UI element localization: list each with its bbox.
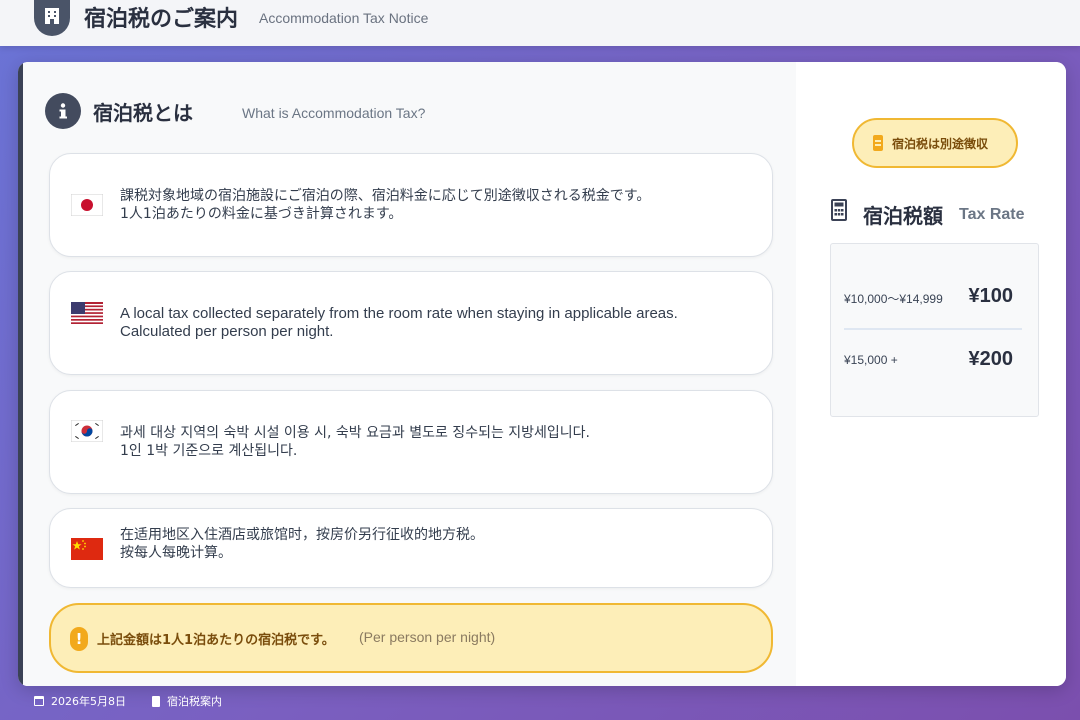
section-title: 宿泊税とは [93,101,193,125]
language-text: 課税対象地域の宿泊施設にご宿泊の際、宿泊料金に応じて別途徴収される税金です。 1… [120,188,651,222]
footer-doc-text: 宿泊税案内 [167,695,222,708]
tax-rate-pane: 宿泊税は別途徴収 宿泊税額 Tax Rate ¥10,000〜¥14,999 ¥… [796,62,1066,686]
badge-label: 宿泊税は別途徴収 [892,137,989,151]
separate-collection-badge: 宿泊税は別途徴収 [852,118,1018,168]
language-item-japanese: 課税対象地域の宿泊施設にご宿泊の際、宿泊料金に応じて別途徴収される税金です。 1… [49,153,773,257]
exclamation-icon: ! [70,627,88,651]
rate-divider [844,328,1022,330]
rate-range: ¥10,000〜¥14,999 [844,292,943,306]
tax-rate-title: 宿泊税額 [863,204,943,228]
page-title: 宿泊税のご案内 [84,7,239,32]
per-night-notice: ! 上記金額は1人1泊あたりの宿泊税です。 (Per person per ni… [49,603,773,673]
page-subtitle: Accommodation Tax Notice [259,10,429,26]
language-text: 과세 대상 지역의 숙박 시설 이용 시, 숙박 요금과 별도로 징수되는 지방… [120,425,591,459]
notice-sub-text: (Per person per night) [359,629,496,645]
language-item-chinese: 在适用地区入住酒店或旅馆时，按房价另行征收的地方税。 按每人每晚计算。 [49,508,773,588]
tax-rate-subtitle: Tax Rate [959,206,1025,223]
notice-main-text: 上記金額は1人1泊あたりの宿泊税です。 [97,633,335,648]
calendar-icon [34,696,44,706]
footer-doc: 宿泊税案内 [152,693,222,709]
language-item-korean: 과세 대상 지역의 숙박 시설 이용 시, 숙박 요금과 별도로 징수되는 지방… [49,390,773,494]
korea-flag-icon [70,419,104,443]
footer: 2026年5月8日 宿泊税案内 [34,692,222,710]
footer-date: 2026年5月8日 [34,693,126,709]
china-flag-icon [71,538,103,560]
header-bar: 宿泊税のご案内 Accommodation Tax Notice [0,0,1080,46]
hotel-icon [34,0,70,36]
rate-amount: ¥100 [968,285,1014,307]
section-subtitle: What is Accommodation Tax? [242,105,426,121]
document-icon [152,695,160,707]
tax-rate-table: ¥10,000〜¥14,999 ¥100 ¥15,000 + ¥200 [830,243,1039,417]
language-item-english: A local tax collected separately from th… [49,271,773,375]
calculator-icon [831,199,847,221]
japan-flag-icon [70,193,104,217]
info-card: 宿泊税とは What is Accommodation Tax? 課税対象地域の… [18,62,1066,686]
info-icon [45,93,81,129]
footer-date-text: 2026年5月8日 [51,695,126,708]
usa-flag-icon [71,302,103,324]
rate-amount: ¥200 [968,348,1014,370]
rate-range: ¥15,000 + [844,353,898,367]
explanation-pane: 宿泊税とは What is Accommodation Tax? 課税対象地域の… [23,62,796,686]
receipt-icon [873,135,883,151]
language-text: 在适用地区入住酒店或旅馆时，按房价另行征收的地方税。 按每人每晚计算。 [120,527,484,561]
language-text: A local tax collected separately from th… [120,305,678,340]
